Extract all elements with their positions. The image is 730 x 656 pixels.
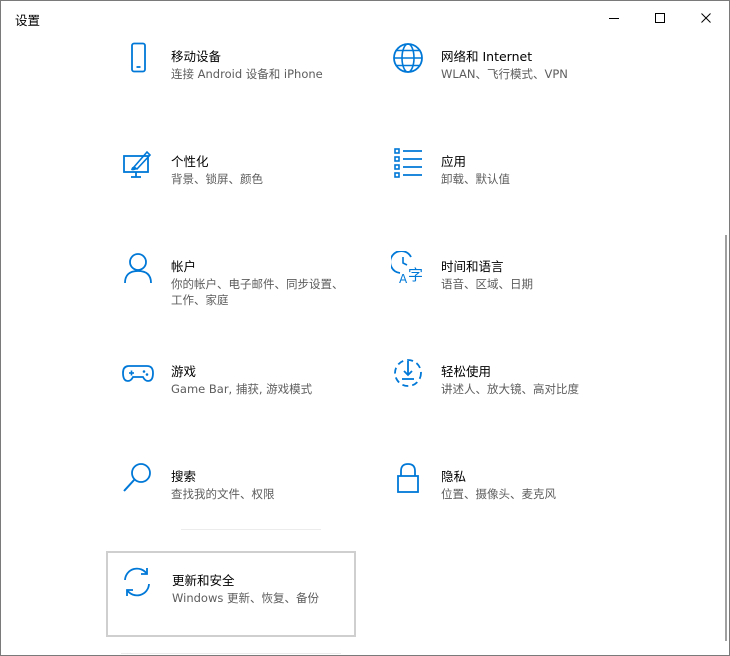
tile-name: 网络和 Internet xyxy=(441,49,533,64)
divider xyxy=(121,653,341,654)
close-button[interactable] xyxy=(683,1,729,35)
tile-description: 背景、锁屏、颜色 xyxy=(171,172,263,186)
tile-ease-of-access[interactable]: 轻松使用 讲述人、放大镜、高对比度 xyxy=(377,354,627,438)
svg-text:字: 字 xyxy=(408,266,423,284)
svg-text:A: A xyxy=(399,272,408,285)
gamepad-icon xyxy=(121,356,155,390)
tile-time-language[interactable]: A 字 时间和语言 语音、区域、日期 xyxy=(377,249,627,333)
tile-gaming[interactable]: 游戏 Game Bar, 捕获, 游戏模式 xyxy=(107,354,357,438)
sync-icon xyxy=(120,565,154,599)
tile-description: 你的帐户、电子邮件、同步设置、工作、家庭 xyxy=(171,277,344,307)
divider xyxy=(181,529,321,530)
tile-description: WLAN、飞行模式、VPN xyxy=(441,67,568,81)
maximize-button[interactable] xyxy=(637,1,683,35)
search-icon xyxy=(121,461,155,495)
settings-window: 设置 移动设备 连接 Android 设备和 iPhone 网络和 Intern… xyxy=(0,0,730,656)
tile-description: 位置、摄像头、麦克风 xyxy=(441,487,556,501)
tile-search[interactable]: 搜索 查找我的文件、权限 xyxy=(107,459,357,543)
tile-privacy[interactable]: 隐私 位置、摄像头、麦克风 xyxy=(377,459,627,543)
tile-description: 查找我的文件、权限 xyxy=(171,487,275,501)
tile-name: 时间和语言 xyxy=(441,259,504,274)
tile-name: 轻松使用 xyxy=(441,364,492,379)
tile-apps[interactable]: 应用 卸载、默认值 xyxy=(377,144,627,228)
tile-description: Windows 更新、恢复、备份 xyxy=(172,591,319,605)
tile-name: 更新和安全 xyxy=(172,573,235,588)
tile-update-security[interactable]: 更新和安全 Windows 更新、恢复、备份 xyxy=(106,551,356,637)
window-title: 设置 xyxy=(15,13,41,28)
tile-name: 帐户 xyxy=(171,259,197,274)
tile-accounts[interactable]: 帐户 你的帐户、电子邮件、同步设置、工作、家庭 xyxy=(107,249,357,333)
tile-description: 卸载、默认值 xyxy=(441,172,510,186)
tile-name: 个性化 xyxy=(171,154,209,169)
tile-name: 应用 xyxy=(441,154,467,169)
maximize-icon xyxy=(655,13,665,23)
ease-of-access-icon xyxy=(391,356,425,390)
tile-name: 搜索 xyxy=(171,469,197,484)
time-language-icon: A 字 xyxy=(391,251,425,285)
person-icon xyxy=(121,251,155,285)
title-bar: 设置 xyxy=(1,1,729,35)
minimize-button[interactable] xyxy=(591,1,637,35)
globe-icon xyxy=(391,41,425,75)
tile-name: 移动设备 xyxy=(171,49,222,64)
tile-name: 隐私 xyxy=(441,469,467,484)
tile-devices[interactable]: 移动设备 连接 Android 设备和 iPhone xyxy=(107,39,357,123)
tile-description: 讲述人、放大镜、高对比度 xyxy=(441,382,579,396)
close-icon xyxy=(701,13,711,23)
tile-network[interactable]: 网络和 Internet WLAN、飞行模式、VPN xyxy=(377,39,627,123)
settings-grid: 移动设备 连接 Android 设备和 iPhone 网络和 Internet … xyxy=(1,35,729,655)
apps-list-icon xyxy=(391,146,425,180)
personalization-icon xyxy=(121,146,155,180)
minimize-icon xyxy=(609,18,619,19)
phone-icon xyxy=(121,41,155,75)
tile-name: 游戏 xyxy=(171,364,197,379)
tile-description: 连接 Android 设备和 iPhone xyxy=(171,67,323,81)
scrollbar-thumb[interactable] xyxy=(725,235,727,641)
tile-description: Game Bar, 捕获, 游戏模式 xyxy=(171,382,313,396)
tile-personalization[interactable]: 个性化 背景、锁屏、颜色 xyxy=(107,144,357,228)
lock-icon xyxy=(391,461,425,495)
tile-description: 语音、区域、日期 xyxy=(441,277,533,291)
